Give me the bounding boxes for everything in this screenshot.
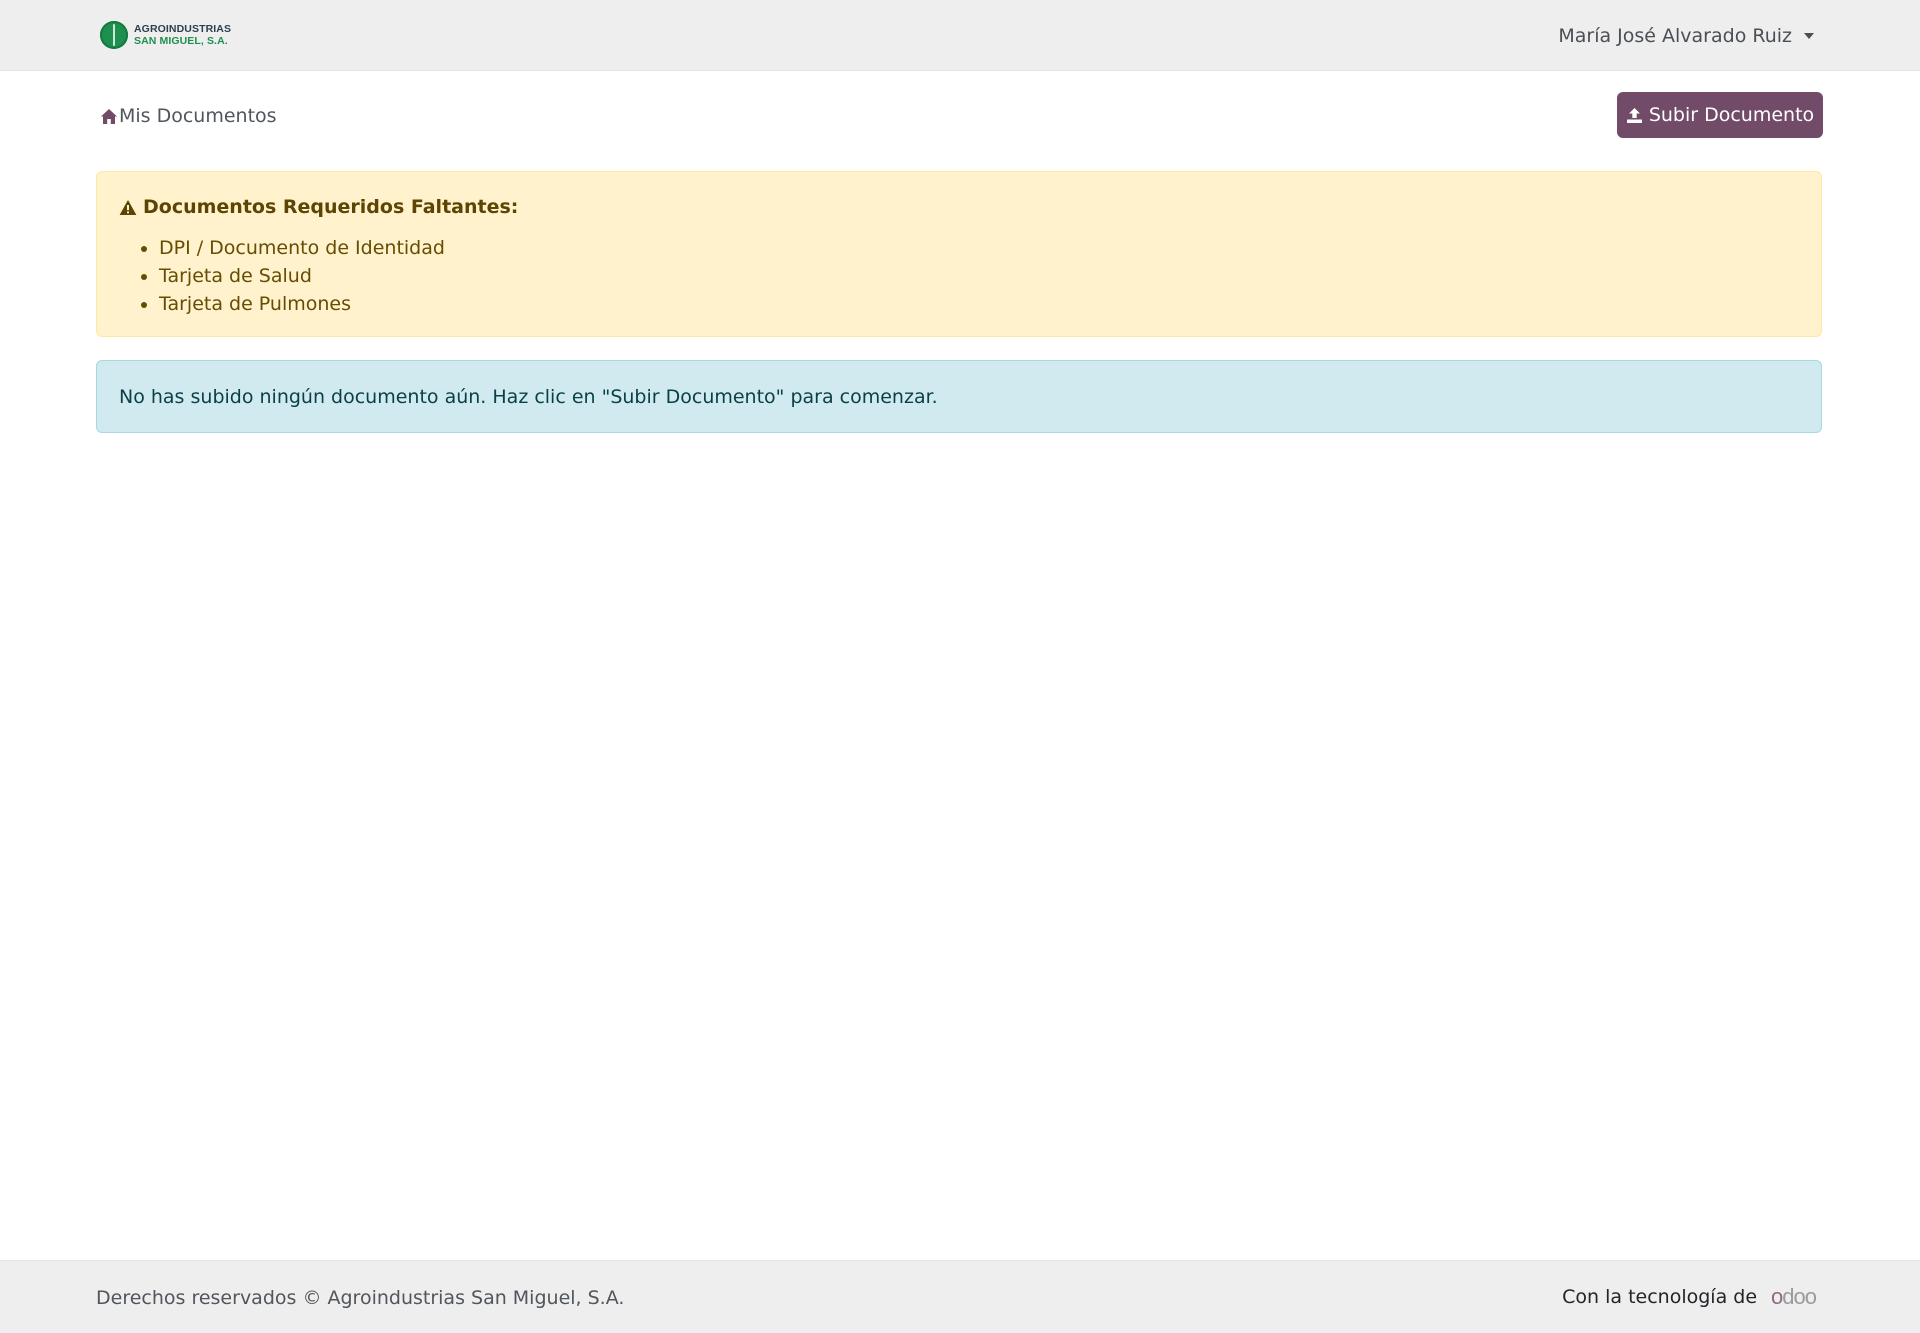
user-menu-dropdown[interactable]: María José Alvarado Ruiz xyxy=(1558,22,1814,50)
powered-by: Con la tecnología de odoo xyxy=(1562,1284,1817,1309)
caret-down-icon xyxy=(1804,33,1814,39)
home-icon[interactable] xyxy=(100,108,118,125)
copyright-text: Derechos reservados © Agroindustrias San… xyxy=(96,1287,625,1309)
alert-title-text: Documentos Requeridos Faltantes: xyxy=(143,196,519,218)
missing-documents-alert: Documentos Requeridos Faltantes: DPI / D… xyxy=(96,171,1822,337)
brand-line1: AGROINDUSTRIAS xyxy=(134,23,232,35)
company-logo-link[interactable]: AGROINDUSTRIAS SAN MIGUEL, S.A. xyxy=(100,18,231,52)
list-item: DPI / Documento de Identidad xyxy=(159,234,445,262)
odoo-logo-link[interactable]: odoo xyxy=(1771,1284,1817,1309)
missing-documents-list: DPI / Documento de Identidad Tarjeta de … xyxy=(119,234,445,318)
alert-title: Documentos Requeridos Faltantes: xyxy=(119,196,518,218)
leaf-circle-logo-icon xyxy=(100,21,128,49)
brand-line2: SAN MIGUEL, S.A. xyxy=(134,35,228,47)
company-logo-text: AGROINDUSTRIAS SAN MIGUEL, S.A. xyxy=(134,23,231,47)
user-name: María José Alvarado Ruiz xyxy=(1558,25,1792,47)
page-footer: Derechos reservados © Agroindustrias San… xyxy=(0,1260,1920,1333)
list-item: Tarjeta de Salud xyxy=(159,262,445,290)
top-navbar: AGROINDUSTRIAS SAN MIGUEL, S.A. María Jo… xyxy=(0,0,1920,71)
odoo-logo-first-letter: o xyxy=(1771,1284,1783,1309)
list-item: Tarjeta de Pulmones xyxy=(159,290,445,318)
breadcrumb: Mis Documentos xyxy=(100,104,277,128)
odoo-logo-rest: doo xyxy=(1782,1284,1817,1309)
upload-icon xyxy=(1626,107,1642,123)
portal-page: AGROINDUSTRIAS SAN MIGUEL, S.A. María Jo… xyxy=(0,0,1920,1333)
upload-document-label: Subir Documento xyxy=(1648,104,1815,126)
no-documents-info-alert: No has subido ningún documento aún. Haz … xyxy=(96,360,1822,433)
upload-document-button[interactable]: Subir Documento xyxy=(1617,92,1823,138)
info-message: No has subido ningún documento aún. Haz … xyxy=(119,385,938,408)
warning-triangle-icon xyxy=(119,199,137,215)
breadcrumb-current: Mis Documentos xyxy=(119,105,277,127)
powered-by-text: Con la tecnología de xyxy=(1562,1286,1758,1308)
